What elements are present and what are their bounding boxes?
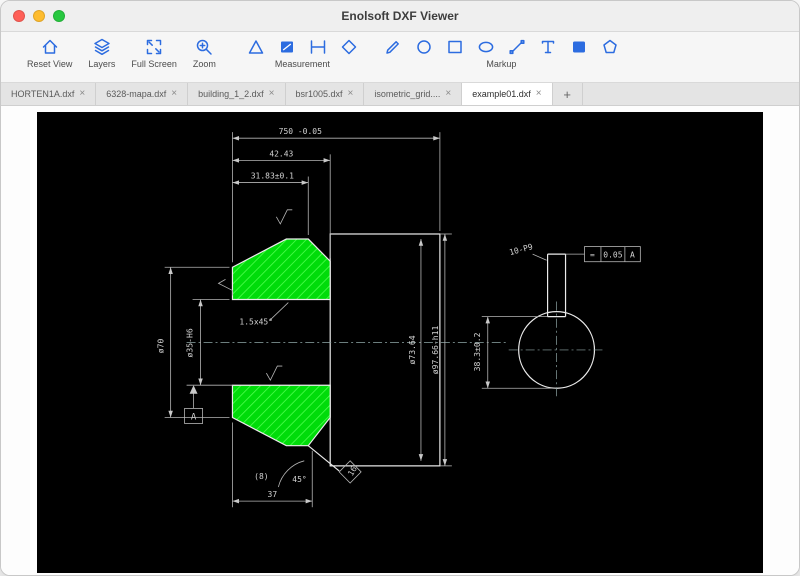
fcf-symbol: =	[590, 251, 595, 260]
reset-view-button[interactable]: Reset View	[27, 35, 72, 69]
dim-diameter-35: ø35-H6	[186, 328, 195, 357]
dim-42-43: 42.43	[269, 149, 293, 158]
markup-filled-rect-button[interactable]	[569, 37, 589, 57]
window-title: Enolsoft DXF Viewer	[1, 9, 799, 23]
highlighted-section-upper	[232, 239, 330, 299]
text-tool-icon	[538, 37, 558, 57]
dim-keyway-depth: 38.3±0.2	[473, 332, 482, 371]
rectangle-tool-icon	[445, 37, 465, 57]
viewer-content: A 750 -0.05 42.43 31.83±0.1 ø70 ø35-H6 1…	[1, 106, 799, 576]
perimeter-tool-icon	[339, 37, 359, 57]
dim-diameter-73-64: ø73.64	[408, 335, 417, 364]
measure-distance-button[interactable]	[308, 37, 328, 57]
feature-control-frame: = 0.05 A	[566, 247, 641, 262]
tab-6328-mapa[interactable]: 6328-mapa.dxf ×	[96, 83, 188, 105]
shaft-end-view: 38.3±0.2 10-P9 = 0.05 A	[473, 242, 641, 398]
measure-perimeter-button[interactable]	[339, 37, 359, 57]
home-icon	[40, 35, 60, 59]
dim-keyway-width: 10-P9	[508, 242, 534, 257]
markup-pencil-button[interactable]	[383, 37, 403, 57]
layers-button[interactable]: Layers	[88, 35, 115, 69]
tab-close-icon[interactable]: ×	[171, 89, 177, 99]
tab-horten1a[interactable]: HORTEN1A.dxf ×	[1, 83, 96, 105]
close-window-button[interactable]	[13, 10, 25, 22]
tab-close-icon[interactable]: ×	[79, 89, 85, 99]
dim-diameter-70: ø70	[157, 338, 166, 353]
filled-rectangle-tool-icon	[569, 37, 589, 57]
markup-ellipse-button[interactable]	[476, 37, 496, 57]
markup-group-label: Markup	[486, 59, 516, 69]
document-tab-bar: HORTEN1A.dxf × 6328-mapa.dxf × building_…	[1, 83, 799, 106]
toolbar: Reset View Layers Full Screen Zoom	[1, 32, 799, 83]
zoom-label: Zoom	[193, 59, 216, 69]
fcf-tolerance: 0.05	[603, 251, 622, 260]
full-screen-icon	[144, 35, 164, 59]
tab-label: building_1_2.dxf	[198, 89, 264, 99]
zoom-window-button[interactable]	[53, 10, 65, 22]
minimize-window-button[interactable]	[33, 10, 45, 22]
new-tab-button[interactable]: +	[553, 83, 583, 105]
tab-bsr1005[interactable]: bsr1005.dxf ×	[286, 83, 365, 105]
ellipse-tool-icon	[476, 37, 496, 57]
drawing-canvas[interactable]: A 750 -0.05 42.43 31.83±0.1 ø70 ø35-H6 1…	[37, 112, 763, 573]
dim-31-83: 31.83±0.1	[251, 172, 294, 181]
layers-label: Layers	[88, 59, 115, 69]
distance-tool-icon	[308, 37, 328, 57]
measurement-group-label: Measurement	[275, 59, 330, 69]
zoom-button[interactable]: Zoom	[193, 35, 216, 69]
angle-tool-icon	[246, 37, 266, 57]
circle-tool-icon	[414, 37, 434, 57]
dim-chamfer: 1.5x45°	[239, 318, 273, 327]
tab-close-icon[interactable]: ×	[536, 89, 542, 99]
markup-circle-button[interactable]	[414, 37, 434, 57]
markup-rect-button[interactable]	[445, 37, 465, 57]
layers-icon	[92, 35, 112, 59]
markup-line-button[interactable]	[507, 37, 527, 57]
tab-label: example01.dxf	[472, 89, 531, 99]
window-controls	[13, 10, 65, 22]
magnifier-icon	[194, 35, 214, 59]
highlighted-section-lower	[232, 385, 330, 445]
line-tool-icon	[507, 37, 527, 57]
fcf-datum: A	[630, 251, 635, 260]
dim-45-deg: 45°	[292, 475, 306, 484]
markup-text-button[interactable]	[538, 37, 558, 57]
tab-example01[interactable]: example01.dxf ×	[462, 83, 552, 105]
full-screen-label: Full Screen	[131, 59, 177, 69]
tab-label: HORTEN1A.dxf	[11, 89, 74, 99]
tab-close-icon[interactable]: ×	[445, 89, 451, 99]
markup-polygon-button[interactable]	[600, 37, 620, 57]
tab-label: isometric_grid....	[374, 89, 440, 99]
tab-building-1-2[interactable]: building_1_2.dxf ×	[188, 83, 285, 105]
markup-tools: Markup	[383, 35, 620, 69]
measure-area-button[interactable]	[277, 37, 297, 57]
reset-view-label: Reset View	[27, 59, 72, 69]
tab-label: bsr1005.dxf	[296, 89, 343, 99]
tab-isometric-grid[interactable]: isometric_grid.... ×	[364, 83, 462, 105]
polygon-tool-icon	[600, 37, 620, 57]
measurement-tools: Measurement	[246, 35, 359, 69]
area-tool-icon	[277, 37, 297, 57]
dim-8-ref: (8)	[254, 472, 268, 481]
pencil-icon	[383, 37, 403, 57]
part-section-view	[187, 234, 506, 471]
dim-diameter-97-66: ø97.66-h11	[431, 325, 440, 374]
tab-close-icon[interactable]: ×	[348, 89, 354, 99]
dim-overall-width: 750 -0.05	[279, 127, 322, 136]
tab-close-icon[interactable]: ×	[269, 89, 275, 99]
measure-angle-button[interactable]	[246, 37, 266, 57]
dxf-drawing: A 750 -0.05 42.43 31.83±0.1 ø70 ø35-H6 1…	[37, 112, 763, 573]
app-window: Enolsoft DXF Viewer Reset View Layers Fu…	[0, 0, 800, 576]
dim-37: 37	[268, 490, 278, 499]
tab-label: 6328-mapa.dxf	[106, 89, 166, 99]
full-screen-button[interactable]: Full Screen	[131, 35, 177, 69]
title-bar: Enolsoft DXF Viewer	[1, 1, 799, 32]
dimension-lines	[165, 132, 452, 507]
datum-a-label: A	[191, 412, 197, 422]
